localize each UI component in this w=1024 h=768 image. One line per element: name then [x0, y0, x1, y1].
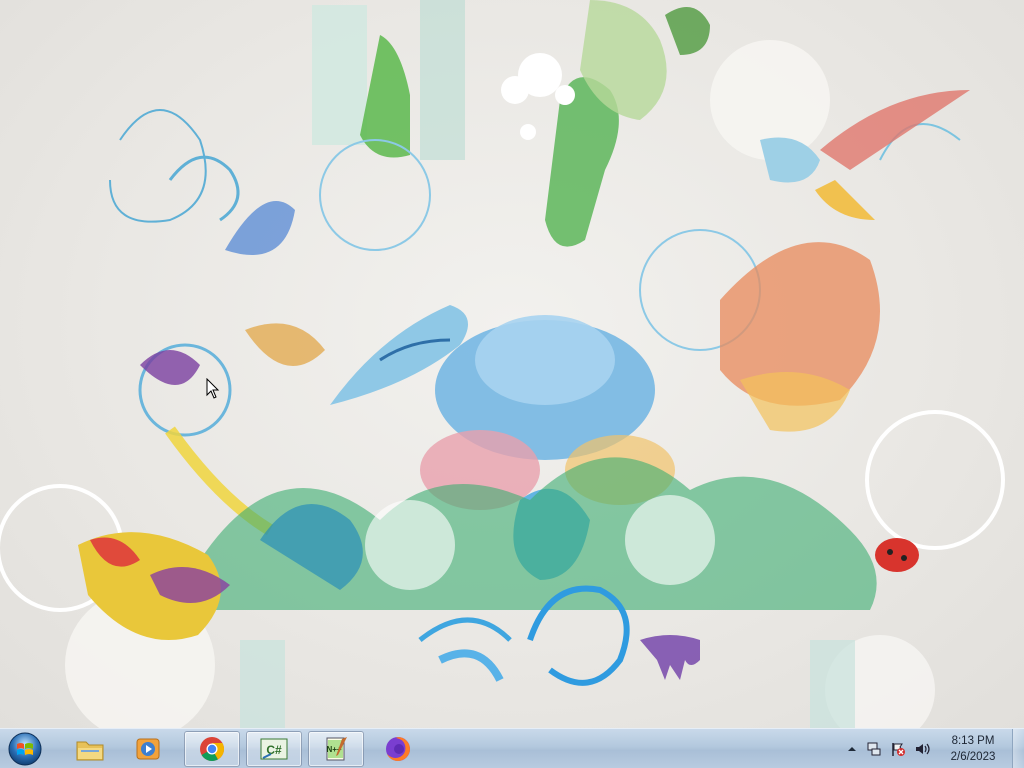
taskbar-item-media-player[interactable]: [120, 731, 176, 767]
notepadpp-icon: N++: [326, 737, 347, 761]
clock-date: 2/6/2023: [950, 751, 996, 763]
chrome-icon: [200, 737, 225, 762]
taskbar-item-firefox[interactable]: [370, 731, 426, 767]
desktop-wallpaper: [0, 0, 1005, 728]
folder-icon: [76, 741, 104, 761]
network-icon[interactable]: [866, 741, 882, 757]
start-button[interactable]: [5, 731, 45, 767]
windows-orb-icon: [8, 732, 42, 766]
taskbar-item-notepadpp[interactable]: N++: [308, 731, 364, 767]
clock-time: 8:13 PM: [951, 735, 995, 747]
volume-icon[interactable]: [914, 741, 930, 757]
clock[interactable]: 8:13 PM 2/6/2023: [936, 733, 1010, 765]
media-player-icon: [136, 738, 160, 760]
show-hidden-icons-chevron-icon[interactable]: [844, 741, 860, 757]
taskbar: C# N++ 8:13 PM 2/6/2023: [0, 728, 1024, 768]
taskbar-item-csharp-editor[interactable]: C#: [246, 731, 302, 767]
taskbar-item-chrome[interactable]: [184, 731, 240, 767]
firefox-icon: [386, 737, 410, 761]
taskbar-item-file-explorer[interactable]: [62, 731, 118, 767]
desktop[interactable]: [0, 0, 1024, 728]
show-desktop-button[interactable]: [1012, 729, 1024, 768]
mouse-pointer-icon: [206, 378, 220, 399]
csharp-icon: C#: [260, 738, 288, 760]
action-center-flag-icon[interactable]: [890, 741, 906, 757]
